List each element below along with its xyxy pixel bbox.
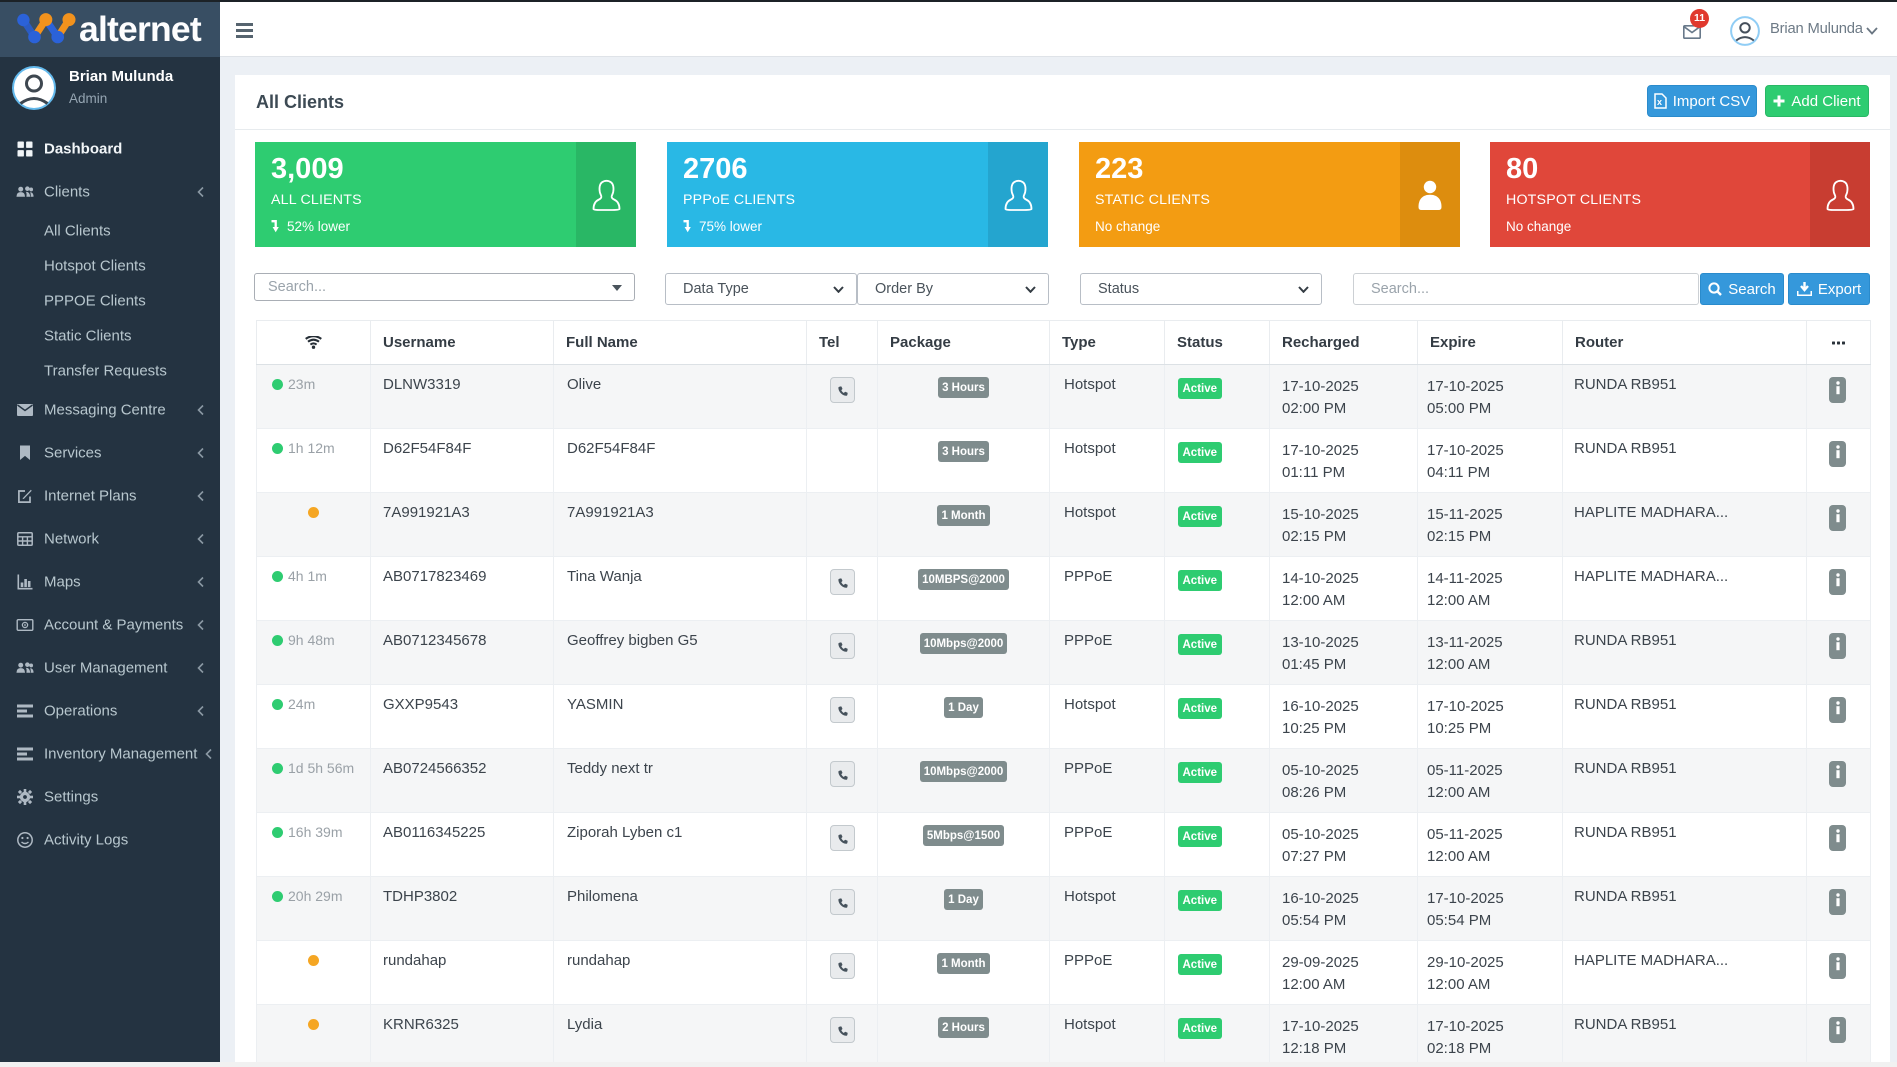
svg-text:x: x xyxy=(1657,97,1662,107)
svg-text:alternet: alternet xyxy=(79,9,202,49)
